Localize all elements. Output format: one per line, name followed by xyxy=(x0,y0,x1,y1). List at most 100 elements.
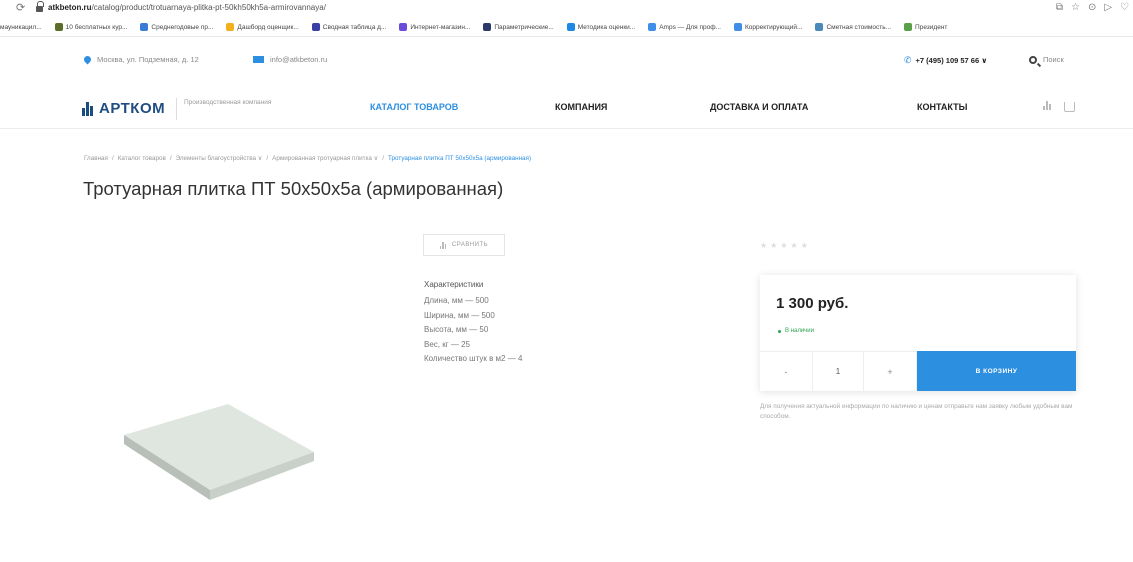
breadcrumb-item-landscaping[interactable]: Элементы благоустройства ∨ xyxy=(176,155,263,162)
browser-actions: ⧉ ☆ ⊙ ▷ ♡ xyxy=(1056,2,1129,13)
logo[interactable]: АРТКОМ xyxy=(82,100,165,117)
star-icon[interactable]: ★ xyxy=(770,241,777,250)
spec-height: Высота, мм — 50 xyxy=(424,325,489,334)
lock-icon xyxy=(36,1,44,12)
reload-icon[interactable]: ⟳ xyxy=(16,1,25,14)
add-to-cart-button[interactable]: В КОРЗИНУ xyxy=(917,351,1076,391)
specs-block: Характеристики Длина, мм — 500 Ширина, м… xyxy=(424,280,522,369)
mail-icon xyxy=(253,56,264,63)
stock-dot-icon xyxy=(778,329,781,333)
bookmark-favicon-icon xyxy=(815,23,824,31)
phone-text: +7 (495) 109 57 66 ∨ xyxy=(915,56,988,65)
breadcrumb: Главная / Каталог товаров / Элементы благоус… xyxy=(84,155,532,162)
url-row[interactable]: ⟳ atkbeton.ru/catalog/product/trotuarnay… xyxy=(0,1,1133,17)
logo-name: АРТКОМ xyxy=(99,100,166,117)
address-text: Москва, ул. Подземная, д. 12 xyxy=(97,55,199,64)
compare-label: СРАВНИТЬ xyxy=(451,242,489,248)
breadcrumb-item-catalog[interactable]: Каталог товаров xyxy=(118,155,166,162)
extensions-icon[interactable]: ⊙ xyxy=(1088,2,1096,13)
stock-status: В наличии xyxy=(778,328,814,334)
email-link[interactable]: info@atkbeton.ru xyxy=(253,55,327,64)
url-input[interactable]: atkbeton.ru/catalog/product/trotuarnaya-… xyxy=(48,3,326,12)
bookmark-item[interactable]: мауникацил... xyxy=(0,24,42,31)
nav-company[interactable]: КОМПАНИЯ xyxy=(555,102,607,112)
availability-note: Для получения актуальной информации по н… xyxy=(760,403,1073,420)
url-host: atkbeton.ru xyxy=(48,3,92,12)
bookmark-favicon-icon xyxy=(648,23,657,31)
bookmark-label: Президент xyxy=(915,23,948,31)
search-placeholder: Поиск xyxy=(1043,55,1064,64)
bookmark-favicon-icon xyxy=(483,23,492,31)
bookmark-item[interactable]: Сметная стоимость... xyxy=(815,23,891,31)
logo-divider xyxy=(176,98,177,120)
spec-width: Ширина, мм — 500 xyxy=(424,310,495,320)
quantity-increase-button[interactable]: + xyxy=(864,351,917,391)
breadcrumb-item-current: Тротуарная плитка ПТ 50х50х5а (армирован… xyxy=(388,155,532,162)
bookmark-item[interactable]: Корректирующий... xyxy=(733,23,802,31)
bookmark-item[interactable]: Президент xyxy=(904,23,947,31)
quantity-decrease-button[interactable]: - xyxy=(760,351,813,391)
favorite-icon[interactable]: ☆ xyxy=(1071,2,1080,13)
search-trigger[interactable]: Поиск xyxy=(1029,55,1064,64)
spec-weight: Вес, кг — 25 xyxy=(424,339,470,349)
bookmark-label: Методика оценки... xyxy=(577,23,636,31)
bookmark-label: Сводная таблица д... xyxy=(322,23,387,31)
nav-delivery[interactable]: ДОСТАВКА И ОПЛАТА xyxy=(710,102,808,112)
phone-icon: ✆ xyxy=(904,55,912,65)
compare-button[interactable]: СРАВНИТЬ xyxy=(423,234,505,256)
logo-subtitle: Производственная компания xyxy=(184,99,272,106)
rating-stars[interactable]: ★ ★ ★ ★ ★ xyxy=(760,241,808,250)
product-image[interactable] xyxy=(118,380,318,520)
bookmark-item[interactable]: 10 бесплатных кур... xyxy=(54,23,128,31)
bookmark-favicon-icon xyxy=(311,23,320,31)
star-icon[interactable]: ★ xyxy=(801,241,808,250)
browser-address-bar: ⟳ atkbeton.ru/catalog/product/trotuarnay… xyxy=(0,0,1133,18)
bookmark-label: мауникацил... xyxy=(0,23,42,31)
share-icon[interactable]: ▷ xyxy=(1104,2,1112,13)
address-info: Москва, ул. Подземная, д. 12 xyxy=(82,54,199,65)
star-icon[interactable]: ★ xyxy=(780,241,787,250)
location-pin-icon xyxy=(82,54,93,65)
spec-length: Длина, мм — 500 xyxy=(424,296,489,305)
bookmark-favicon-icon xyxy=(140,23,149,31)
bookmark-item[interactable]: Amps — Для проф... xyxy=(648,23,721,31)
nav-contacts[interactable]: КОНТАКТЫ xyxy=(917,102,967,112)
bookmark-label: Дашборд оценщик... xyxy=(237,23,299,31)
specs-heading: Характеристики xyxy=(424,280,484,289)
reader-icon[interactable]: ⧉ xyxy=(1056,2,1063,13)
price: 1 300 руб. xyxy=(776,295,849,312)
compare-bars-icon xyxy=(439,241,447,249)
bookmark-item[interactable]: Среднегодовые пр... xyxy=(140,23,213,31)
cart-icon[interactable] xyxy=(1064,102,1075,112)
email-text: info@atkbeton.ru xyxy=(270,55,328,64)
spec-pieces-per-m2: Количество штук в м2 — 4 xyxy=(424,354,523,363)
bookmark-item[interactable]: Сводная таблица д... xyxy=(311,23,387,31)
bookmark-favicon-icon xyxy=(54,23,63,31)
shield-icon[interactable]: ♡ xyxy=(1120,2,1129,13)
site-header: АРТКОМ Производственная компания КАТАЛОГ… xyxy=(0,89,1133,129)
bookmark-item[interactable]: Интернет-магазин... xyxy=(399,23,470,31)
bookmark-favicon-icon xyxy=(399,23,408,31)
star-icon[interactable]: ★ xyxy=(760,241,767,250)
bookmark-item[interactable]: Дашборд оценщик... xyxy=(226,23,299,31)
page-title: Тротуарная плитка ПТ 50х50х5а (армирован… xyxy=(83,178,504,199)
nav-catalog[interactable]: КАТАЛОГ ТОВАРОВ xyxy=(370,102,458,112)
bookmark-item[interactable]: Методика оценки... xyxy=(566,23,636,31)
site-topbar: Москва, ул. Подземная, д. 12 info@atkbet… xyxy=(0,50,1133,70)
quantity-input[interactable]: 1 xyxy=(813,351,864,391)
compare-icon[interactable] xyxy=(1043,100,1052,110)
bookmarks-bar: мауникацил... 10 бесплатных кур... Среднег… xyxy=(0,18,1133,37)
header-actions xyxy=(1043,100,1075,112)
bookmark-label: Параметрические... xyxy=(494,23,554,31)
breadcrumb-item-reinforced-tiles[interactable]: Армированная тротуарная плитка ∨ xyxy=(272,155,378,162)
phone-link[interactable]: ✆ +7 (495) 109 57 66 ∨ xyxy=(904,55,987,66)
breadcrumb-item-home[interactable]: Главная xyxy=(84,155,108,162)
quantity-row: - 1 + В КОРЗИНУ xyxy=(760,351,1076,391)
bookmark-label: Интернет-магазин... xyxy=(410,23,471,31)
bookmark-label: 10 бесплатных кур... xyxy=(65,23,128,31)
star-icon[interactable]: ★ xyxy=(791,241,798,250)
bookmark-item[interactable]: Параметрические... xyxy=(483,23,554,31)
bookmark-label: Сметная стоимость... xyxy=(826,23,892,31)
buy-card: 1 300 руб. В наличии - 1 + В КОРЗИНУ xyxy=(760,275,1076,391)
bookmark-favicon-icon xyxy=(904,23,913,31)
